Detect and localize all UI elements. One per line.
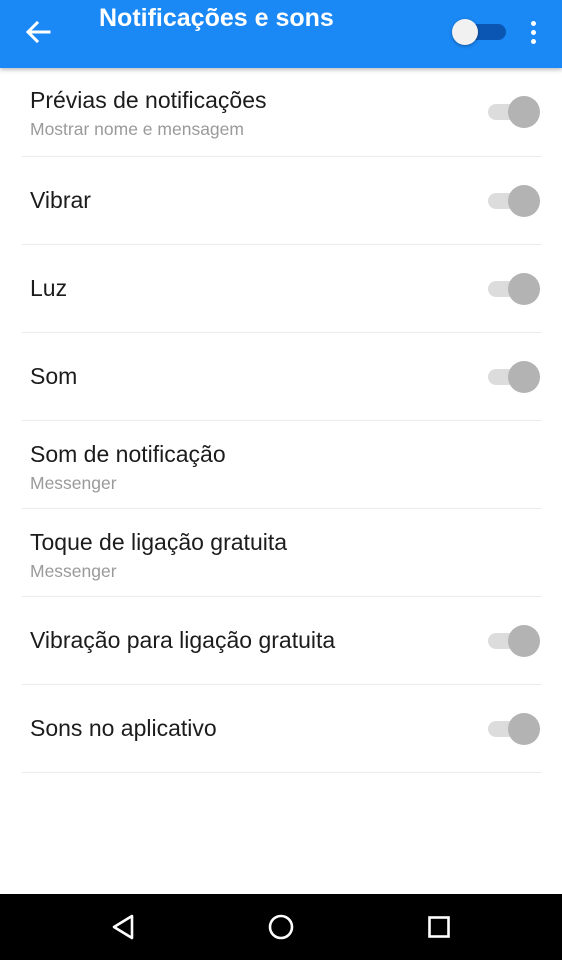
free-call-vibration-toggle[interactable]	[486, 623, 542, 659]
setting-in-app-sounds[interactable]: Sons no aplicativo	[22, 685, 542, 773]
setting-title: Prévias de notificações	[30, 87, 267, 113]
setting-title: Vibrar	[30, 187, 91, 213]
setting-vibrate[interactable]: Vibrar	[22, 157, 542, 245]
setting-title: Luz	[30, 275, 68, 301]
setting-sound[interactable]: Som	[22, 333, 542, 421]
nav-recents-button[interactable]	[419, 907, 459, 947]
setting-notification-sound[interactable]: Som de notificação Messenger	[22, 421, 542, 509]
page-title: Notificações e sons	[99, 4, 334, 32]
setting-light[interactable]: Luz	[22, 245, 542, 333]
back-button[interactable]	[16, 12, 60, 52]
setting-notification-previews[interactable]: Prévias de notificações Mostrar nome e m…	[22, 68, 542, 157]
setting-title: Toque de ligação gratuita	[30, 529, 288, 555]
master-toggle-thumb	[452, 19, 478, 45]
setting-title: Som	[30, 363, 78, 389]
vibrate-toggle[interactable]	[486, 183, 542, 219]
triangle-back-icon	[112, 914, 134, 940]
setting-title: Vibração para ligação gratuita	[30, 627, 336, 653]
setting-subtitle: Messenger	[30, 473, 117, 493]
setting-subtitle: Messenger	[30, 561, 117, 581]
light-toggle[interactable]	[486, 271, 542, 307]
setting-free-call-ringtone[interactable]: Toque de ligação gratuita Messenger	[22, 509, 542, 597]
setting-title: Sons no aplicativo	[30, 715, 217, 741]
circle-home-icon	[268, 914, 294, 940]
setting-title: Som de notificação	[30, 441, 226, 467]
arrow-left-icon	[25, 20, 51, 44]
screen: Notificações e sons Prévias de notificaç…	[0, 0, 562, 960]
square-recents-icon	[428, 916, 450, 938]
in-app-sounds-toggle[interactable]	[486, 711, 542, 747]
nav-back-button[interactable]	[103, 907, 143, 947]
settings-list: Prévias de notificações Mostrar nome e m…	[0, 68, 562, 773]
notification-previews-toggle[interactable]	[486, 94, 542, 130]
setting-free-call-vibration[interactable]: Vibração para ligação gratuita	[22, 597, 542, 685]
more-options-button[interactable]	[520, 14, 546, 50]
more-vertical-icon	[530, 20, 536, 26]
nav-home-button[interactable]	[261, 907, 301, 947]
master-notifications-toggle[interactable]	[452, 18, 508, 46]
setting-subtitle: Mostrar nome e mensagem	[30, 119, 244, 139]
sound-toggle[interactable]	[486, 359, 542, 395]
navigation-bar	[0, 894, 562, 960]
app-bar: Notificações e sons	[0, 0, 562, 68]
